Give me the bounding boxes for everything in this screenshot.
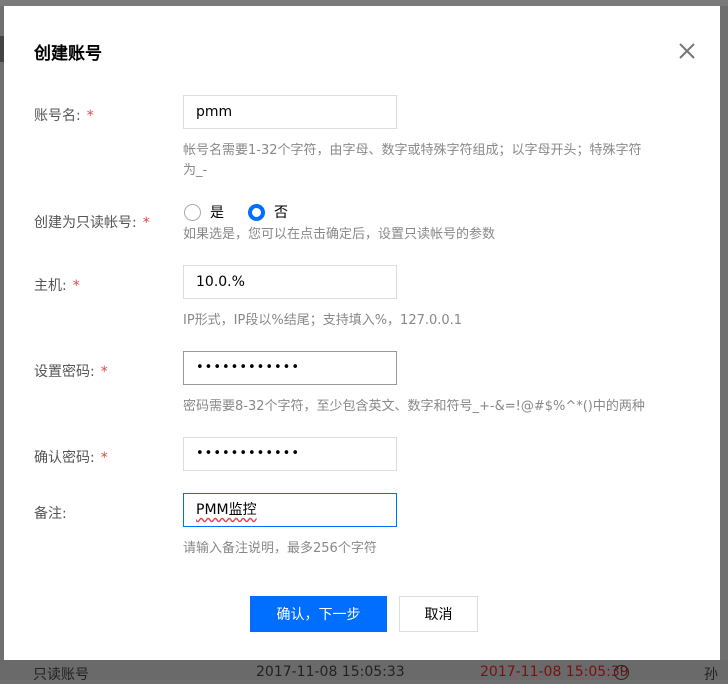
create-account-dialog: 创建账号 账号名: * pmm 帐号名需要1-32个字符，由字母、数字或特殊字符组… <box>4 6 720 660</box>
close-icon[interactable] <box>676 40 698 62</box>
confirm-password-input[interactable]: •••••••••••• <box>183 437 397 471</box>
info-icon: i <box>614 665 629 680</box>
radio-unchecked-icon[interactable] <box>184 203 201 221</box>
background-table-row: 只读账号 2017-11-08 15:05:33 2017-11-08 15:0… <box>0 660 728 683</box>
required-mark: * <box>72 278 80 294</box>
confirm-next-button[interactable]: 确认，下一步 <box>250 596 387 632</box>
remark-input[interactable]: PMM监控 <box>183 493 397 527</box>
account-name-input[interactable]: pmm <box>183 95 397 129</box>
host-help: IP形式，IP段以%结尾；支持填入%，127.0.0.1 <box>183 313 463 328</box>
required-mark: * <box>100 364 108 380</box>
readonly-label: 创建为只读帐号: * <box>34 215 150 231</box>
cancel-button[interactable]: 取消 <box>399 596 478 632</box>
account-name-label: 账号名: * <box>34 108 94 124</box>
readonly-help: 如果选是，您可以在点击确定后，设置只读帐号的参数 <box>183 227 496 242</box>
remark-help: 请输入备注说明，最多256个字符 <box>183 541 377 556</box>
bg-cell-user: 孙 <box>704 667 718 683</box>
account-name-help: 帐号名需要1-32个字符，由字母、数字或特殊字符组成；以字母开头；特殊字符 为_… <box>183 143 642 178</box>
remark-label: 备注: <box>34 506 67 522</box>
host-input[interactable]: 10.0.% <box>183 265 397 299</box>
radio-checked-icon[interactable] <box>248 203 265 221</box>
readonly-option-yes[interactable]: 是 <box>184 202 224 222</box>
dialog-title: 创建账号 <box>34 44 102 64</box>
bg-cell-type: 只读账号 <box>33 667 89 683</box>
required-mark: * <box>100 450 108 466</box>
host-label: 主机: * <box>34 278 80 294</box>
password-label: 设置密码: * <box>34 364 108 380</box>
password-input[interactable]: •••••••••••• <box>183 351 397 385</box>
bg-cell-created: 2017-11-08 15:05:33 <box>256 664 405 680</box>
required-mark: * <box>86 108 94 124</box>
required-mark: * <box>142 215 150 231</box>
bg-cell-modified: 2017-11-08 15:05:39 <box>480 664 629 680</box>
remark-input-value: PMM监控 <box>196 502 257 518</box>
confirm-password-label: 确认密码: * <box>34 450 108 466</box>
password-help: 密码需要8-32个字符，至少包含英文、数字和符号_+-&=!@#$%^*()中的… <box>183 399 645 414</box>
readonly-option-no[interactable]: 否 <box>248 202 288 222</box>
